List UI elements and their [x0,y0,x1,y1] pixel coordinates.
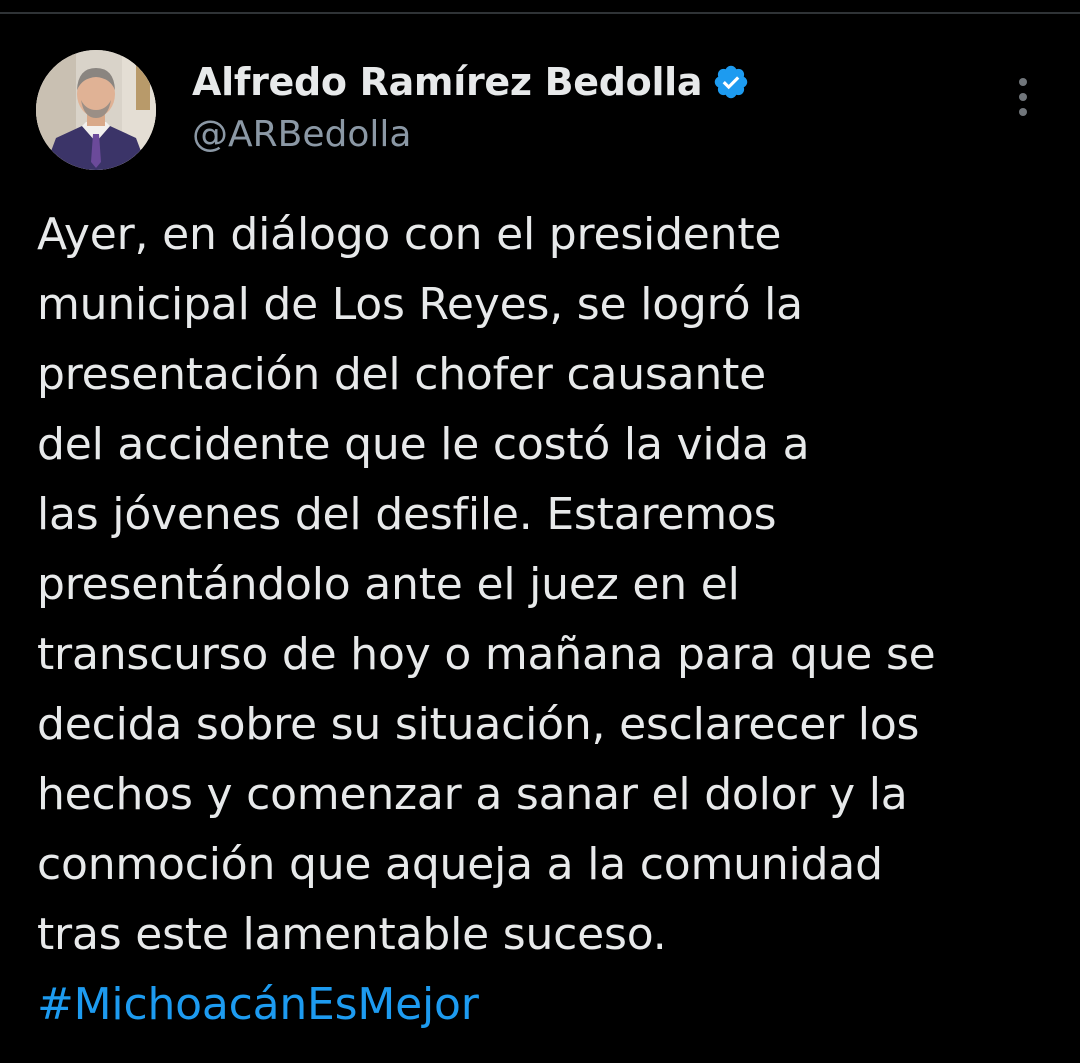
tweet-line: Ayer, en diálogo con el presidente [37,209,782,260]
tweet-line: presentándolo ante el juez en el [37,559,740,610]
display-name[interactable]: Alfredo Ramírez Bedolla [192,60,703,104]
tweet-line: municipal de Los Reyes, se logró la [37,279,803,330]
tweet-line: decida sobre su situación, esclarecer lo… [37,699,920,750]
author-handle[interactable]: @ARBedolla [192,114,750,155]
tweet-line: transcurso de hoy o mañana para que se [37,629,936,680]
tweet-line: tras este lamentable suceso. [37,909,667,960]
tweet-line: del accidente que le costó la vida a [37,419,810,470]
hashtag-link[interactable]: #MichoacánEsMejor [37,970,1057,1040]
author-info: Alfredo Ramírez Bedolla @ARBedolla [192,58,750,155]
top-divider [0,12,1080,14]
tweet-line: presentación del chofer causante [37,349,767,400]
tweet-header: Alfredo Ramírez Bedolla @ARBedolla [36,50,1046,172]
more-vertical-icon[interactable] [1010,78,1036,122]
tweet-text: Ayer, en diálogo con el presidente munic… [37,200,1057,1040]
avatar-photo [36,50,156,170]
tweet-line: las jóvenes del desfile. Estaremos [37,489,777,540]
tweet-line: hechos y comenzar a sanar el dolor y la [37,769,908,820]
tweet-line: conmoción que aqueja a la comunidad [37,839,883,890]
display-name-row: Alfredo Ramírez Bedolla [192,58,750,106]
verified-badge-icon [712,63,750,101]
avatar[interactable] [36,50,156,170]
